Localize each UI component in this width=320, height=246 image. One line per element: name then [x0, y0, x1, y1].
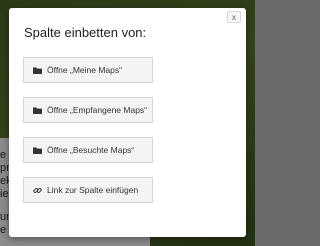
- open-visited-maps-button[interactable]: Öffne „Besuchte Maps“: [23, 137, 153, 163]
- insert-column-link-button[interactable]: Link zur Spalte einfügen: [23, 177, 153, 203]
- option-label: Link zur Spalte einfügen: [47, 185, 139, 195]
- folder-icon: [33, 146, 42, 155]
- open-my-maps-button[interactable]: Öffne „Meine Maps“: [23, 57, 153, 83]
- option-label: Öffne „Meine Maps“: [47, 65, 122, 75]
- close-button[interactable]: x: [227, 11, 241, 23]
- option-label: Öffne „Besuchte Maps“: [47, 145, 135, 155]
- embed-column-dialog: x Spalte einbetten von: Öffne „Meine Map…: [9, 8, 246, 237]
- link-icon: [33, 186, 42, 195]
- folder-icon: [33, 66, 42, 75]
- option-label: Öffne „Empfangene Maps“: [47, 105, 148, 115]
- dialog-title: Spalte einbetten von:: [24, 25, 147, 40]
- folder-icon: [33, 106, 42, 115]
- open-received-maps-button[interactable]: Öffne „Empfangene Maps“: [23, 97, 153, 123]
